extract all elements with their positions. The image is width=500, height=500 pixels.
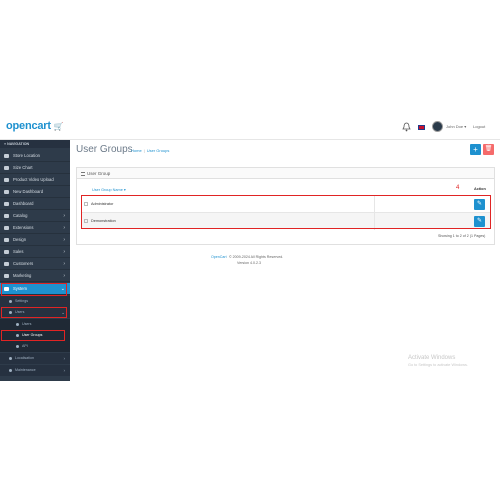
footer-opencart-link[interactable]: OpenCart: [211, 255, 227, 259]
screen: opencart 🛒 John Doe ▾ Logout ≡ NAVIGATIO…: [0, 0, 500, 500]
sidebar-item-label: Design: [13, 237, 27, 242]
annotation-number: 4: [456, 185, 460, 191]
tag-icon: [4, 214, 9, 218]
activate-windows-title: Activate Windows: [408, 355, 456, 361]
sidebar-item-label: Customers: [13, 261, 34, 266]
activate-windows-subtitle: Go to Settings to activate Windows.: [408, 363, 468, 367]
chevron-right-icon: ›: [63, 368, 66, 373]
user-menu[interactable]: John Doe ▾: [446, 124, 466, 129]
panel-title: User Group: [87, 171, 111, 176]
sidebar: ≡ NAVIGATION Store Location Size Chart P…: [0, 140, 70, 381]
list-icon: [81, 171, 85, 176]
logo-text: opencart: [6, 120, 51, 132]
sidebar-item-label: Dashboard: [13, 201, 34, 206]
chevron-right-icon: ›: [63, 356, 66, 361]
footer-version: Version 4.0.2.3: [237, 261, 261, 265]
sidebar-item-label: Marketing: [13, 273, 32, 278]
sidebar-item-marketing[interactable]: Marketing ›: [0, 270, 70, 282]
sidebar-item-extensions[interactable]: Extensions ›: [0, 222, 70, 234]
bullet-icon: [9, 300, 12, 303]
bullet-icon: [16, 323, 19, 326]
bullet-icon: [9, 357, 12, 360]
bullet-icon: [9, 369, 12, 372]
sidebar-item-catalog[interactable]: Catalog ›: [0, 210, 70, 222]
monitor-icon: [4, 238, 9, 242]
user-icon: [4, 262, 9, 266]
sidebar-item-label: Product Video Upload: [13, 177, 54, 182]
add-button[interactable]: +: [470, 144, 481, 155]
cart-icon: [4, 250, 9, 254]
sidebar-item-product-video-upload[interactable]: Product Video Upload: [0, 174, 70, 186]
pagination-summary: Showing 1 to 2 of 2 (1 Pages): [438, 234, 486, 238]
sidebar-item-label: Settings: [15, 299, 28, 303]
video-icon: [4, 178, 9, 182]
sidebar-item-label: Catalog: [13, 213, 28, 218]
sidebar-item-label: Store Location: [13, 153, 41, 158]
chart-icon: [4, 166, 9, 170]
chevron-right-icon: ›: [63, 249, 65, 255]
sidebar-item-label: Users: [22, 322, 32, 326]
chevron-right-icon: ›: [63, 273, 65, 279]
logout-link[interactable]: Logout: [473, 124, 485, 129]
chevron-right-icon: ›: [63, 213, 65, 219]
avatar[interactable]: [432, 121, 443, 132]
sidebar-item-design[interactable]: Design ›: [0, 234, 70, 246]
sidebar-item-label: New Dashboard: [13, 189, 44, 194]
chevron-right-icon: ›: [63, 237, 65, 243]
highlight-users: [1, 307, 67, 318]
column-header-action: Action: [474, 187, 486, 191]
top-header: opencart 🛒 John Doe ▾ Logout: [0, 116, 500, 140]
bell-icon[interactable]: [402, 122, 411, 132]
dashboard-icon: [4, 190, 9, 194]
opencart-logo[interactable]: opencart 🛒: [6, 120, 64, 132]
sidebar-item-label: Sales: [13, 249, 24, 254]
sidebar-item-new-dashboard[interactable]: New Dashboard: [0, 186, 70, 198]
chevron-right-icon: ›: [63, 225, 65, 231]
panel-heading: User Group: [77, 168, 494, 179]
sidebar-item-size-chart[interactable]: Size Chart: [0, 162, 70, 174]
sidebar-item-label: API: [22, 344, 28, 348]
sidebar-item-sales[interactable]: Sales ›: [0, 246, 70, 258]
footer-copyright: © 2009-2024 All Rights Reserved.: [229, 255, 284, 259]
sidebar-item-label: Localisation: [15, 356, 34, 360]
highlight-system: [1, 283, 67, 296]
sidebar-item-label: Extensions: [13, 225, 34, 230]
bullet-icon: [16, 345, 19, 348]
sidebar-subitem-settings[interactable]: Settings: [0, 296, 70, 307]
sidebar-item-dashboard[interactable]: Dashboard: [0, 198, 70, 210]
sidebar-item-label: Size Chart: [13, 165, 33, 170]
location-icon: [4, 154, 9, 158]
page-title: User Groups: [76, 144, 133, 155]
sidebar-subitem-users-list[interactable]: Users: [0, 319, 70, 330]
sidebar-subitem-localisation[interactable]: Localisation ›: [0, 353, 70, 364]
language-flag-icon[interactable]: [418, 125, 425, 130]
sidebar-item-label: Maintenance: [15, 368, 36, 372]
highlight-table-rows: [81, 195, 491, 229]
delete-button[interactable]: 🗑: [483, 144, 494, 155]
cart-icon: 🛒: [53, 122, 64, 131]
sidebar-subitem-api[interactable]: API: [0, 341, 70, 352]
column-header-user-group-name[interactable]: User Group Name ▾: [92, 187, 126, 192]
breadcrumb: Home | User Groups: [131, 148, 170, 153]
sidebar-item-store-location[interactable]: Store Location: [0, 150, 70, 162]
nav-heading: ≡ NAVIGATION: [0, 140, 70, 148]
sidebar-subitem-maintenance[interactable]: Maintenance ›: [0, 365, 70, 376]
breadcrumb-home[interactable]: Home: [131, 148, 142, 153]
chevron-right-icon: ›: [63, 261, 65, 267]
home-icon: [4, 202, 9, 206]
puzzle-icon: [4, 226, 9, 230]
sidebar-item-customers[interactable]: Customers ›: [0, 258, 70, 270]
breadcrumb-current[interactable]: User Groups: [147, 148, 170, 153]
highlight-user-groups: [1, 330, 65, 341]
share-icon: [4, 274, 9, 278]
